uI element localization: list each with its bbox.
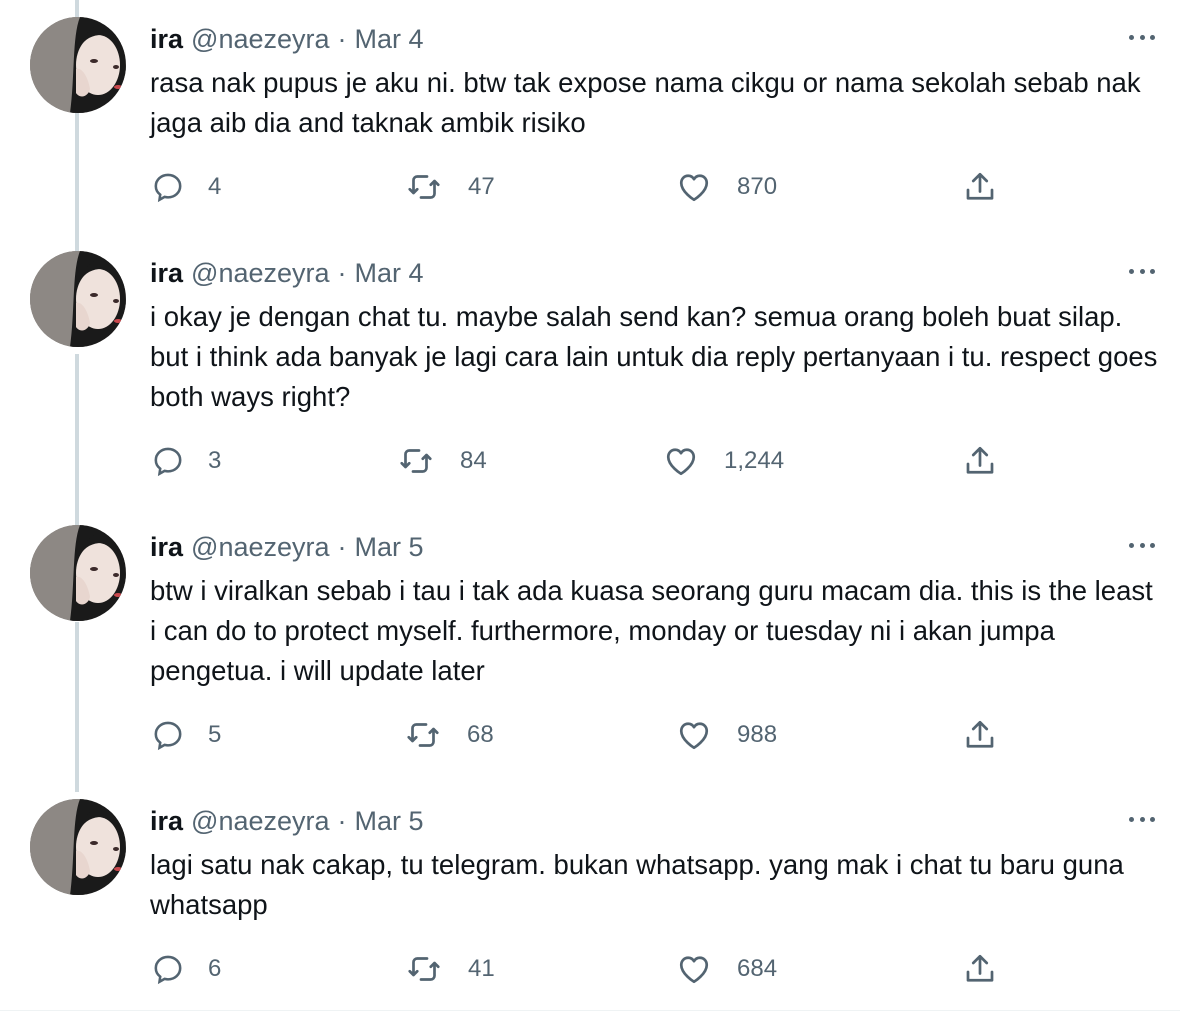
avatar[interactable] [30, 799, 126, 895]
tweet-date[interactable]: Mar 5 [355, 531, 424, 563]
user-handle[interactable]: @naezeyra [191, 23, 329, 55]
retweet-button[interactable]: 41 [406, 949, 495, 989]
avatar[interactable] [30, 525, 126, 621]
retweet-icon [398, 443, 434, 479]
tweet-text: i okay je dengan chat tu. maybe salah se… [150, 301, 1158, 412]
tweet-actions: 3 84 1,244 [0, 441, 1180, 481]
heart-icon [663, 443, 699, 479]
retweet-count: 47 [468, 173, 495, 200]
reply-count: 4 [208, 173, 222, 200]
reply-count: 5 [208, 721, 222, 748]
heart-icon [676, 951, 712, 987]
tweet-actions: 5 68 988 [0, 715, 1180, 755]
separator: · [337, 806, 347, 836]
avatar-image [30, 251, 126, 347]
tweet-header: ira @naezeyra · Mar 5 [150, 805, 424, 837]
tweet-header: ira @naezeyra · Mar 4 [150, 23, 424, 55]
like-count: 1,244 [724, 447, 785, 474]
heart-icon [676, 169, 712, 205]
reply-count: 3 [208, 447, 222, 474]
like-count: 870 [737, 173, 778, 200]
avatar-image [30, 17, 126, 113]
user-handle[interactable]: @naezeyra [191, 531, 329, 563]
share-button[interactable] [962, 441, 998, 481]
retweet-button[interactable]: 47 [406, 167, 495, 207]
retweet-icon [406, 169, 442, 205]
like-button[interactable]: 1,244 [663, 441, 784, 481]
reply-icon [150, 443, 186, 479]
avatar-image [30, 525, 126, 621]
tweet-text: btw i viralkan sebab i tau i tak ada kua… [150, 575, 1153, 686]
reply-count: 6 [208, 955, 222, 982]
tweet[interactable]: ira @naezeyra · Mar 5 lagi satu nak caka… [0, 799, 1180, 1009]
avatar[interactable] [30, 251, 126, 347]
tweet[interactable]: ira @naezeyra · Mar 4 i okay je dengan c… [0, 251, 1180, 501]
separator: · [337, 532, 347, 562]
like-button[interactable]: 870 [676, 167, 777, 207]
tweet-text: rasa nak pupus je aku ni. btw tak expose… [150, 67, 1141, 138]
divider [0, 1010, 1180, 1011]
reply-button[interactable]: 6 [150, 949, 221, 989]
reply-button[interactable]: 3 [150, 441, 221, 481]
display-name[interactable]: ira [150, 257, 183, 289]
user-handle[interactable]: @naezeyra [191, 805, 329, 837]
tweet-date[interactable]: Mar 4 [355, 257, 424, 289]
user-handle[interactable]: @naezeyra [191, 257, 329, 289]
reply-button[interactable]: 4 [150, 167, 221, 207]
avatar-image [30, 799, 126, 895]
separator: · [337, 24, 347, 54]
tweet[interactable]: ira @naezeyra · Mar 4 rasa nak pupus je … [0, 17, 1180, 227]
tweet-actions: 4 47 870 [0, 167, 1180, 207]
retweet-icon [405, 717, 441, 753]
retweet-count: 84 [460, 447, 487, 474]
more-icon[interactable] [1124, 25, 1160, 49]
retweet-count: 68 [467, 721, 494, 748]
tweet[interactable]: ira @naezeyra · Mar 5 btw i viralkan seb… [0, 525, 1180, 775]
retweet-icon [406, 951, 442, 987]
like-count: 684 [737, 955, 778, 982]
like-count: 988 [737, 721, 778, 748]
tweet-date[interactable]: Mar 4 [355, 23, 424, 55]
separator: · [337, 258, 347, 288]
share-button[interactable] [962, 949, 998, 989]
tweet-header: ira @naezeyra · Mar 4 [150, 257, 424, 289]
share-button[interactable] [962, 715, 998, 755]
tweet-text: lagi satu nak cakap, tu telegram. bukan … [150, 849, 1124, 920]
more-icon[interactable] [1124, 533, 1160, 557]
share-icon [962, 951, 998, 987]
reply-icon [150, 951, 186, 987]
tweet-header: ira @naezeyra · Mar 5 [150, 531, 424, 563]
tweet-thread: ira @naezeyra · Mar 4 rasa nak pupus je … [0, 0, 1180, 1023]
display-name[interactable]: ira [150, 23, 183, 55]
share-icon [962, 169, 998, 205]
retweet-button[interactable]: 84 [398, 441, 487, 481]
display-name[interactable]: ira [150, 805, 183, 837]
retweet-button[interactable]: 68 [405, 715, 494, 755]
more-icon[interactable] [1124, 259, 1160, 283]
tweet-actions: 6 41 684 [0, 949, 1180, 989]
avatar[interactable] [30, 17, 126, 113]
retweet-count: 41 [468, 955, 495, 982]
reply-icon [150, 169, 186, 205]
tweet-date[interactable]: Mar 5 [355, 805, 424, 837]
display-name[interactable]: ira [150, 531, 183, 563]
like-button[interactable]: 988 [676, 715, 777, 755]
like-button[interactable]: 684 [676, 949, 777, 989]
reply-icon [150, 717, 186, 753]
more-icon[interactable] [1124, 807, 1160, 831]
share-icon [962, 443, 998, 479]
reply-button[interactable]: 5 [150, 715, 221, 755]
thread-line [75, 0, 79, 18]
share-button[interactable] [962, 167, 998, 207]
share-icon [962, 717, 998, 753]
heart-icon [676, 717, 712, 753]
